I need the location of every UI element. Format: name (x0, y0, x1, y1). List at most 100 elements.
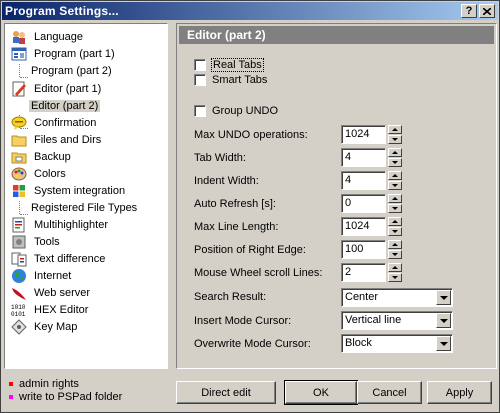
max-line-length-input[interactable]: 1024 (341, 217, 386, 236)
tree-item-label: Editor (part 1) (34, 82, 102, 95)
overwrite-cursor-select[interactable]: Block (341, 334, 453, 353)
tree-item-editor-part2[interactable]: Editor (part 2) (29, 97, 101, 114)
close-button[interactable] (479, 4, 495, 18)
apply-button[interactable]: Apply (427, 381, 492, 404)
ok-button[interactable]: OK (284, 380, 358, 405)
spin-up-button[interactable] (388, 263, 402, 272)
tree-item-registered-file-types[interactable]: Registered File Types (29, 199, 139, 216)
insert-cursor-value: Vertical line (345, 314, 402, 326)
overwrite-cursor-value: Block (345, 337, 372, 349)
tab-width-spinner[interactable]: 4 (341, 148, 402, 167)
spin-down-button[interactable] (388, 273, 402, 282)
tree-item-program-part2[interactable]: Program (part 2) (29, 62, 114, 79)
up-arrow-icon (392, 197, 398, 200)
max-line-length-spinner[interactable]: 1024 (341, 217, 402, 236)
tree-item-hex-editor[interactable]: 1010 0101 HEX Editor (11, 301, 90, 318)
down-arrow-icon (392, 230, 398, 233)
tree-item-text-difference[interactable]: Text difference (11, 250, 107, 267)
real-tabs-checkbox[interactable]: Real Tabs (194, 58, 264, 72)
down-arrow-icon (392, 276, 398, 279)
spin-down-button[interactable] (388, 250, 402, 259)
search-result-label: Search Result: (194, 291, 267, 303)
checkbox-box[interactable] (194, 74, 206, 86)
tree-item-program-part1[interactable]: Program (part 1) (11, 45, 117, 62)
spin-up-button[interactable] (388, 171, 402, 180)
colors-icon (11, 166, 27, 182)
dropdown-button[interactable] (436, 336, 451, 351)
search-result-select[interactable]: Center (341, 288, 453, 307)
keymap-icon (11, 318, 27, 335)
tree-item-label: Internet (34, 269, 72, 282)
program-icon (11, 46, 27, 62)
legend-pspad-folder: write to PSPad folder (9, 390, 122, 403)
tree-item-label: Text difference (34, 252, 106, 265)
indent-width-input[interactable]: 4 (341, 171, 386, 190)
overwrite-cursor-label: Overwrite Mode Cursor: (194, 338, 311, 350)
tree-item-web-server[interactable]: Web server (11, 284, 92, 301)
tree-item-confirmation[interactable]: Confirmation (11, 114, 98, 131)
down-arrow-icon (392, 253, 398, 256)
editor-icon (11, 81, 27, 97)
checkbox-label: Real Tabs (211, 58, 264, 72)
tree-item-tools[interactable]: Tools (11, 233, 62, 250)
cancel-button[interactable]: Cancel (357, 381, 422, 404)
tree-item-colors[interactable]: Colors (11, 165, 68, 182)
spin-up-button[interactable] (388, 240, 402, 249)
smart-tabs-checkbox[interactable]: Smart Tabs (194, 73, 267, 87)
insert-cursor-select[interactable]: Vertical line (341, 311, 453, 330)
tree-item-label: System integration (34, 184, 126, 197)
tree-item-key-map[interactable]: Key Map (11, 318, 79, 335)
legend-admin-rights: admin rights (9, 377, 122, 390)
checkbox-label: Group UNDO (212, 105, 279, 117)
tree-item-label: Registered File Types (31, 201, 138, 214)
rights-legend: admin rights write to PSPad folder (9, 377, 122, 403)
spin-down-button[interactable] (388, 135, 402, 144)
tree-item-label: Program (part 2) (31, 64, 112, 77)
spin-down-button[interactable] (388, 227, 402, 236)
dropdown-button[interactable] (436, 313, 451, 328)
title-bar[interactable]: Program Settings... ? (2, 2, 498, 20)
spin-up-button[interactable] (388, 148, 402, 157)
right-edge-input[interactable]: 100 (341, 240, 386, 259)
up-arrow-icon (392, 174, 398, 177)
settings-tree[interactable]: Language Program (part 1) Program (part … (4, 23, 168, 369)
spin-down-button[interactable] (388, 204, 402, 213)
tree-item-label: Editor (part 2) (29, 99, 101, 112)
tab-width-input[interactable]: 4 (341, 148, 386, 167)
checkbox-box[interactable] (194, 105, 206, 117)
down-arrow-icon (392, 207, 398, 210)
max-undo-spinner[interactable]: 1024 (341, 125, 402, 144)
tree-item-multihighlighter[interactable]: Multihighlighter (11, 216, 110, 233)
tree-item-internet[interactable]: Internet (11, 267, 73, 284)
wheel-lines-input[interactable]: 2 (341, 263, 386, 282)
max-undo-label: Max UNDO operations: (194, 129, 308, 141)
max-undo-input[interactable]: 1024 (341, 125, 386, 144)
language-icon (11, 29, 27, 45)
tree-item-label: Multihighlighter (34, 218, 108, 231)
spin-up-button[interactable] (388, 194, 402, 203)
auto-refresh-input[interactable]: 0 (341, 194, 386, 213)
down-arrow-icon (392, 161, 398, 164)
spin-up-button[interactable] (388, 125, 402, 134)
help-button[interactable]: ? (461, 4, 477, 18)
right-edge-spinner[interactable]: 100 (341, 240, 402, 259)
indent-width-spinner[interactable]: 4 (341, 171, 402, 190)
auto-refresh-spinner[interactable]: 0 (341, 194, 402, 213)
direct-edit-button[interactable]: Direct edit (176, 381, 276, 404)
max-line-length-label: Max Line Length: (194, 221, 279, 233)
dropdown-button[interactable] (436, 290, 451, 305)
tree-item-system-integration[interactable]: System integration (11, 182, 127, 199)
tree-item-backup[interactable]: Backup (11, 148, 73, 165)
spin-down-button[interactable] (388, 158, 402, 167)
panel-title: Editor (part 2) (179, 26, 494, 44)
confirmation-icon (11, 115, 27, 131)
checkbox-box[interactable] (194, 59, 206, 71)
tree-item-files-and-dirs[interactable]: Files and Dirs (11, 131, 103, 148)
spin-down-button[interactable] (388, 181, 402, 190)
wheel-lines-spinner[interactable]: 2 (341, 263, 402, 282)
tree-item-language[interactable]: Language (11, 28, 85, 45)
tree-item-editor-part1[interactable]: Editor (part 1) (11, 80, 103, 97)
spin-up-button[interactable] (388, 217, 402, 226)
group-undo-checkbox[interactable]: Group UNDO (194, 104, 278, 118)
close-icon (483, 7, 491, 15)
